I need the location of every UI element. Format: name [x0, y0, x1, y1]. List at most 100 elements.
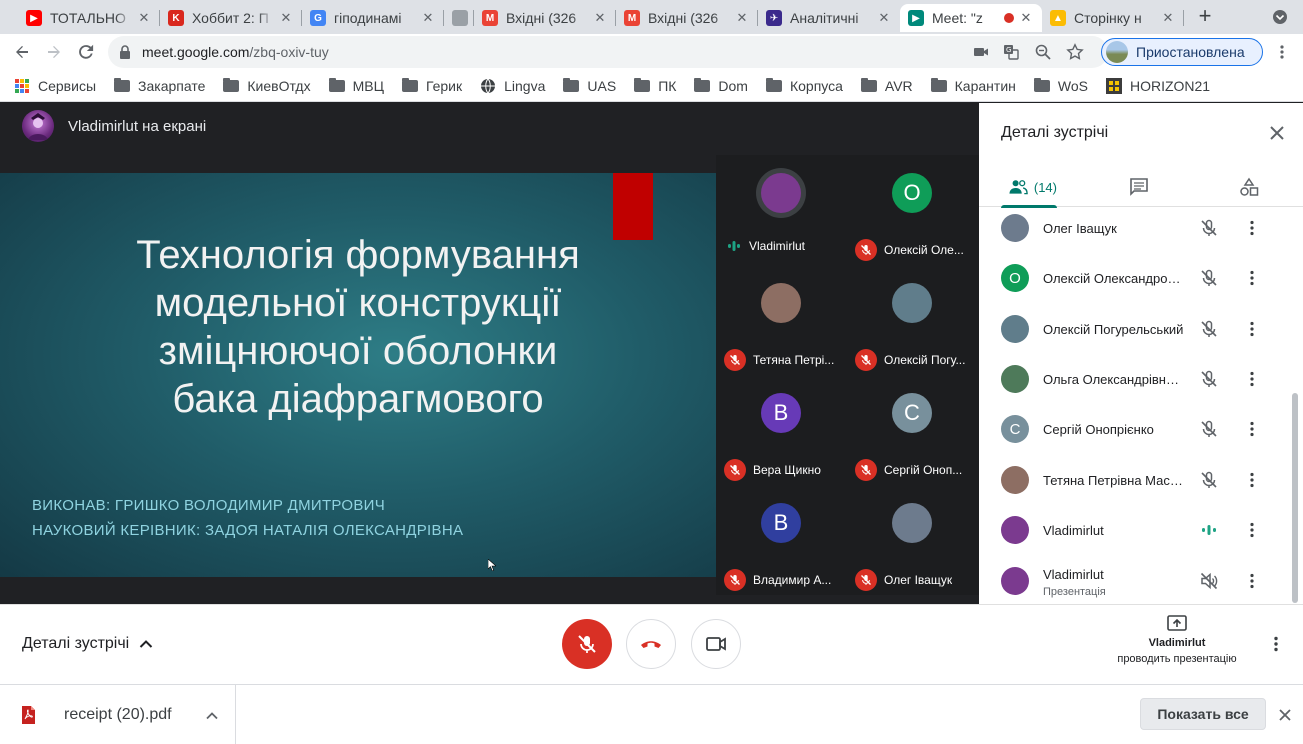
browser-tab[interactable]: ✈ Аналітичні ✕: [758, 4, 900, 32]
browser-tab[interactable]: ▶ Meet: "z ✕: [900, 4, 1042, 32]
tab-activities[interactable]: [1239, 167, 1263, 207]
participant-row[interactable]: Ольга Олександрівна ...: [979, 354, 1291, 404]
more-options-icon[interactable]: [1244, 573, 1260, 589]
translate-icon[interactable]: G: [1002, 43, 1020, 61]
mic-off-icon: [724, 459, 746, 481]
participant-row[interactable]: Олексій Погурельський: [979, 304, 1291, 354]
mic-off-icon[interactable]: [1199, 470, 1219, 490]
forward-icon[interactable]: [42, 40, 66, 64]
participant-name: Олексій Погурельський: [1043, 321, 1184, 337]
bookmark-item[interactable]: Сервисы: [14, 78, 96, 94]
browser-tab[interactable]: [444, 4, 474, 32]
chevron-up-icon[interactable]: [205, 709, 219, 723]
tab-close-icon[interactable]: ✕: [136, 10, 152, 26]
zoom-icon[interactable]: [1034, 43, 1052, 61]
participant-tile[interactable]: С Сергій Оноп...: [847, 375, 978, 485]
participant-tile[interactable]: Олег Іващук: [847, 485, 978, 595]
close-icon[interactable]: [1268, 124, 1286, 142]
mic-off-icon[interactable]: [1199, 268, 1219, 288]
reload-icon[interactable]: [74, 40, 98, 64]
bookmark-item[interactable]: UAS: [563, 77, 616, 94]
meeting-details-toggle[interactable]: Деталі зустрічі: [22, 635, 153, 653]
tab-title: Сторінку н: [1074, 10, 1142, 26]
participant-tile[interactable]: Олексій Погу...: [847, 265, 978, 375]
participant-tile[interactable]: Тетяна Петрі...: [716, 265, 847, 375]
browser-tab[interactable]: M Вхідні (326 ✕: [474, 4, 616, 32]
profile-button[interactable]: Приостановлена: [1101, 38, 1263, 66]
mic-off-icon[interactable]: [1199, 369, 1219, 389]
participant-row[interactable]: Vladimirlut Презентація: [979, 556, 1291, 604]
bookmark-item[interactable]: КиевОтдх: [223, 77, 311, 94]
bookmark-item[interactable]: WoS: [1033, 77, 1088, 94]
bookmark-item[interactable]: Карантин: [930, 77, 1016, 94]
browser-tab[interactable]: Gгіподинамі ✕: [302, 4, 444, 32]
tab-close-icon[interactable]: ✕: [592, 10, 608, 26]
back-icon[interactable]: [10, 40, 34, 64]
volume-off-icon[interactable]: [1199, 571, 1219, 591]
browser-tab[interactable]: ▶ ТОТАЛЬНО ✕: [18, 4, 160, 32]
microphone-button[interactable]: [562, 619, 612, 669]
participant-tile[interactable]: В Вера Щикно: [716, 375, 847, 485]
participant-nameplate: Олексій Оле...: [847, 239, 978, 261]
tab-close-icon[interactable]: ✕: [278, 10, 294, 26]
bookmark-item[interactable]: Dom: [694, 77, 748, 94]
participant-row[interactable]: О Олексій Олександров...: [979, 253, 1291, 303]
leave-call-button[interactable]: [626, 619, 676, 669]
people-icon: [1009, 180, 1028, 195]
download-item[interactable]: receipt (20).pdf: [0, 685, 236, 744]
more-options-icon[interactable]: [1244, 321, 1260, 337]
bookmark-item[interactable]: Герик: [401, 77, 462, 94]
tab-chat[interactable]: [1129, 167, 1153, 207]
bookmark-item[interactable]: ПК: [634, 77, 676, 94]
participant-row[interactable]: С Сергій Онопрієнко: [979, 404, 1291, 454]
browser-menu-icon[interactable]: [1274, 44, 1290, 60]
browser-tab[interactable]: ▲ Сторінку н ✕: [1042, 4, 1184, 32]
bookmark-item[interactable]: Lingva: [480, 78, 545, 94]
more-options-icon[interactable]: [1244, 270, 1260, 286]
close-icon[interactable]: [1277, 707, 1293, 723]
more-options-icon[interactable]: [1244, 371, 1260, 387]
presentation-status[interactable]: Vladimirlut проводить презентацію: [1108, 615, 1246, 667]
camera-button[interactable]: [691, 619, 741, 669]
more-options-icon[interactable]: [1244, 522, 1260, 538]
mic-off-icon[interactable]: [1199, 218, 1219, 238]
tab-close-icon[interactable]: ✕: [420, 10, 436, 26]
bookmark-item[interactable]: МВЦ: [328, 77, 384, 94]
bookmark-item[interactable]: Корпуса: [765, 77, 843, 94]
tab-close-icon[interactable]: ✕: [1018, 10, 1034, 26]
bookmark-label: КиевОтдх: [247, 77, 311, 94]
mic-off-icon[interactable]: [1199, 319, 1219, 339]
bookmark-item[interactable]: AVR: [860, 77, 913, 94]
camera-icon[interactable]: [972, 43, 990, 61]
participant-tile[interactable]: В Владимир А...: [716, 485, 847, 595]
participant-row[interactable]: Тетяна Петрівна Маслак: [979, 455, 1291, 505]
more-options-icon[interactable]: [1244, 421, 1260, 437]
speaking-indicator-icon[interactable]: [1199, 520, 1219, 540]
mic-off-icon[interactable]: [1199, 419, 1219, 439]
tab-close-icon[interactable]: ✕: [1160, 10, 1176, 26]
tab-close-icon[interactable]: ✕: [734, 10, 750, 26]
bookmark-item[interactable]: Закарпате: [114, 77, 205, 94]
show-all-downloads-button[interactable]: Показать все: [1140, 698, 1266, 730]
browser-tab[interactable]: M Вхідні (326 ✕: [616, 4, 758, 32]
more-options-icon[interactable]: [1244, 472, 1260, 488]
new-tab-button[interactable]: +: [1194, 5, 1216, 28]
tab-title: Аналітичні: [790, 10, 859, 26]
star-icon[interactable]: [1066, 43, 1084, 61]
more-options-icon[interactable]: [1268, 636, 1284, 652]
participant-tile[interactable]: О Олексій Оле...: [847, 155, 978, 265]
browser-tab[interactable]: K Хоббит 2: П ✕: [160, 4, 302, 32]
bookmark-item[interactable]: HORIZON21: [1105, 77, 1210, 94]
tab-close-icon[interactable]: ✕: [876, 10, 892, 26]
address-bar[interactable]: meet.google.com/zbq-oxiv-tuy G: [108, 36, 1108, 68]
tab-search-icon[interactable]: [1272, 9, 1288, 25]
participant-name: Ольга Олександрівна ...: [1043, 371, 1185, 387]
participant-name: Олексій Олександров...: [1043, 270, 1185, 286]
participant-row[interactable]: Vladimirlut: [979, 505, 1291, 555]
tab-people[interactable]: (14): [1001, 167, 1057, 208]
participant-tile[interactable]: Vladimirlut: [716, 155, 847, 265]
participant-row[interactable]: Олег Іващук: [979, 210, 1291, 253]
more-options-icon[interactable]: [1244, 220, 1260, 236]
lock-icon[interactable]: [118, 45, 132, 59]
panel-scrollbar[interactable]: [1292, 393, 1298, 603]
